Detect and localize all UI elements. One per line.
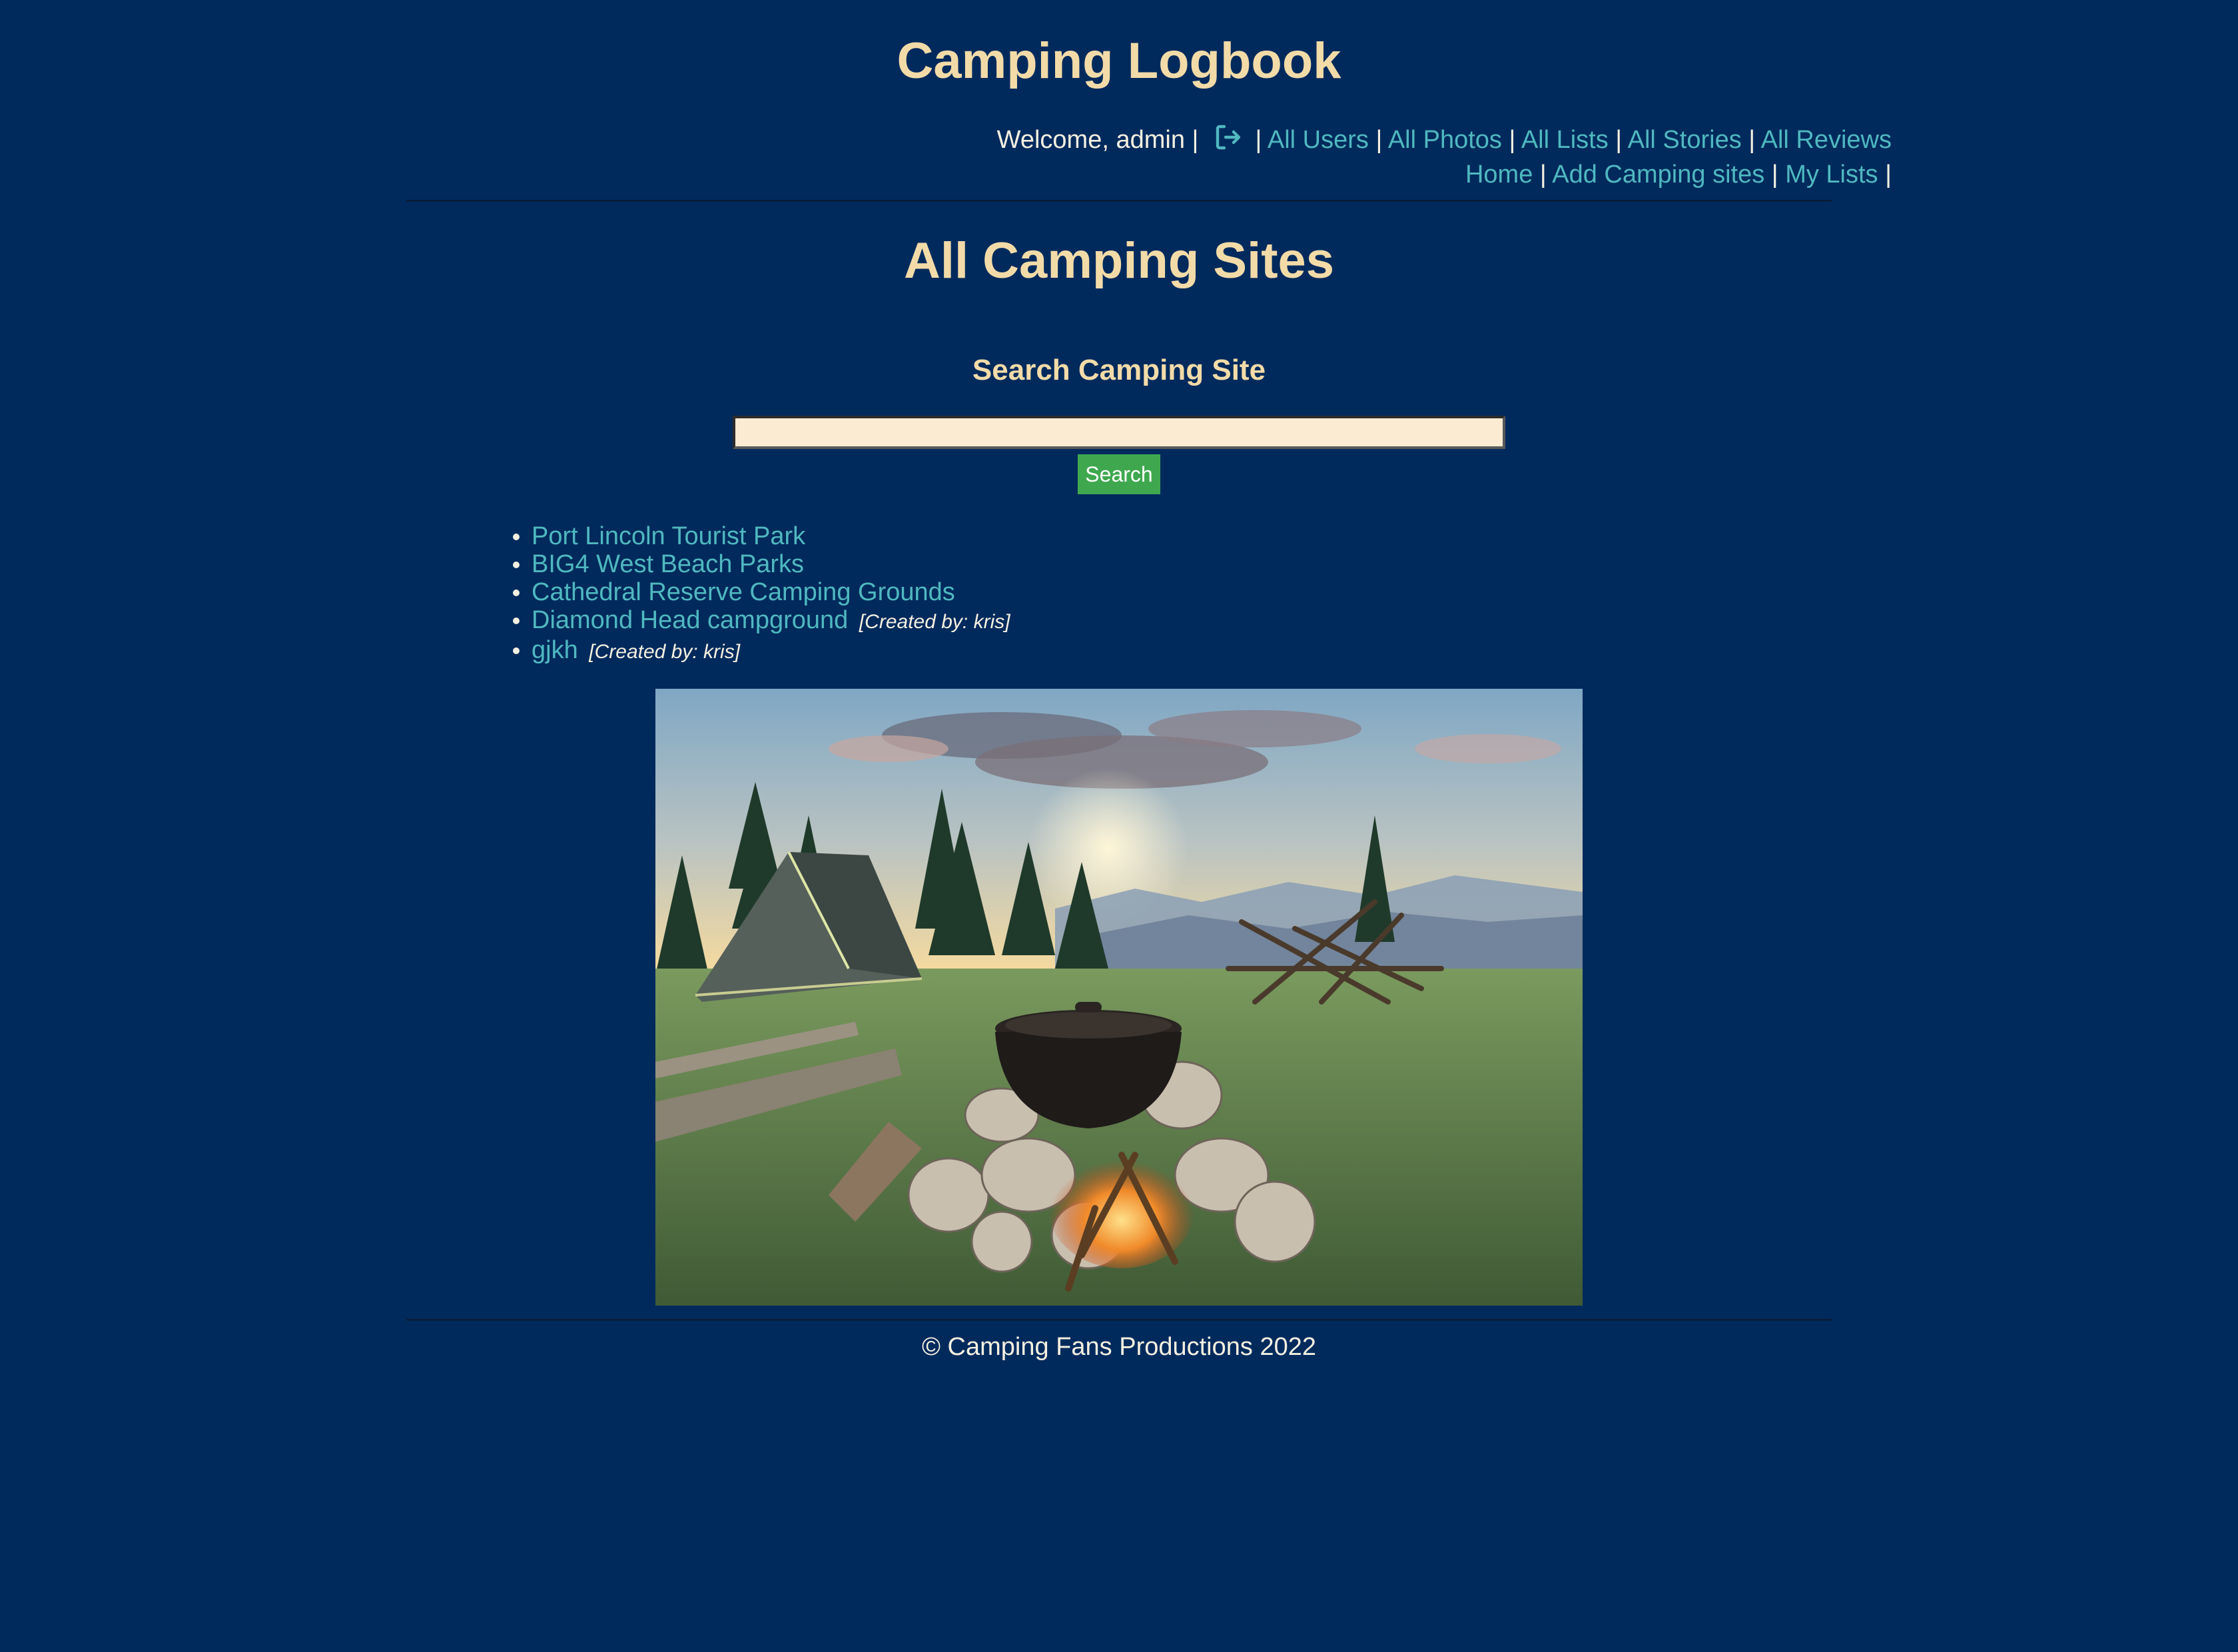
- nav-separator: |: [1748, 126, 1761, 154]
- nav-separator: |: [1615, 126, 1628, 154]
- created-by-label: [Created by: kris]: [859, 611, 1010, 633]
- nav-link-home[interactable]: Home: [1465, 161, 1533, 189]
- nav-row-1: Welcome, admin | | All Users | All Photo…: [626, 121, 1892, 157]
- nav-separator: |: [1771, 161, 1786, 189]
- campsite-photo: [655, 689, 1583, 1306]
- site-link[interactable]: Diamond Head campground: [532, 606, 848, 634]
- footer-divider: [406, 1319, 1832, 1321]
- nav-separator: |: [1375, 126, 1388, 154]
- nav-link-all-reviews[interactable]: All Reviews: [1761, 126, 1892, 154]
- nav-separator: |: [1192, 126, 1206, 154]
- nav-separator: |: [1509, 126, 1521, 154]
- list-item: BIG4 West Beach Parks: [510, 550, 1010, 578]
- search-button[interactable]: Search: [1078, 454, 1160, 494]
- nav-separator: |: [1539, 161, 1553, 189]
- page: Camping Logbook Welcome, admin | | All U…: [0, 0, 2238, 1652]
- site-link[interactable]: BIG4 West Beach Parks: [532, 550, 804, 578]
- site-title: Camping Logbook: [897, 33, 1341, 89]
- nav-link-all-photos[interactable]: All Photos: [1388, 126, 1502, 154]
- top-nav: Welcome, admin | | All Users | All Photo…: [626, 121, 1892, 192]
- footer-copyright: © Camping Fans Productions 2022: [922, 1333, 1316, 1361]
- nav-link-all-stories[interactable]: All Stories: [1628, 126, 1742, 154]
- nav-link-all-lists[interactable]: All Lists: [1521, 126, 1609, 154]
- nav-link-all-users[interactable]: All Users: [1268, 126, 1369, 154]
- search-heading: Search Camping Site: [972, 354, 1266, 386]
- list-item: Port Lincoln Tourist Park: [510, 522, 1010, 550]
- site-link[interactable]: gjkh: [532, 636, 578, 664]
- list-item: Cathedral Reserve Camping Grounds: [510, 578, 1010, 606]
- nav-link-add-camping-sites[interactable]: Add Camping sites: [1552, 161, 1764, 189]
- camping-site-list: Port Lincoln Tourist Park BIG4 West Beac…: [510, 522, 1010, 666]
- list-item: Diamond Head campground [Created by: kri…: [510, 606, 1010, 636]
- nav-separator: |: [1885, 161, 1892, 189]
- created-by-label: [Created by: kris]: [589, 641, 741, 663]
- page-title: All Camping Sites: [903, 232, 1335, 289]
- list-item: gjkh [Created by: kris]: [510, 636, 1010, 666]
- nav-row-2: Home | Add Camping sites | My Lists |: [626, 157, 1892, 192]
- search-input[interactable]: [733, 416, 1505, 449]
- nav-separator: |: [1255, 126, 1268, 154]
- header-divider: [406, 200, 1832, 202]
- site-link[interactable]: Cathedral Reserve Camping Grounds: [532, 578, 955, 606]
- logout-icon[interactable]: [1212, 121, 1244, 153]
- welcome-text: Welcome, admin: [996, 126, 1185, 154]
- site-link[interactable]: Port Lincoln Tourist Park: [532, 522, 805, 550]
- nav-link-my-lists[interactable]: My Lists: [1785, 161, 1878, 189]
